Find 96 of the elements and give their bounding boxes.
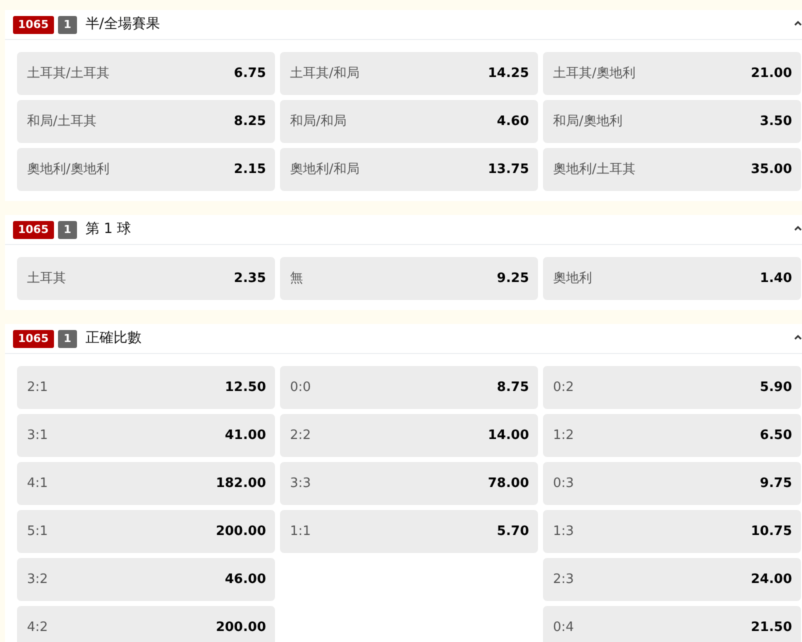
odds-button[interactable]: 奧地利 1.40 bbox=[543, 257, 801, 300]
count-badge: 1 bbox=[58, 330, 78, 348]
market-title: 正確比數 bbox=[85, 329, 142, 348]
odds-button[interactable]: 奧地利/奧地利 2.15 bbox=[17, 148, 275, 191]
odds-button[interactable]: 0:2 5.90 bbox=[543, 366, 801, 409]
odds-button[interactable]: 1:3 10.75 bbox=[543, 510, 801, 553]
market-title: 第 1 球 bbox=[85, 220, 132, 239]
odds-value: 1.40 bbox=[760, 270, 792, 288]
selection-label: 4:2 bbox=[27, 618, 48, 637]
odds-button[interactable]: 3:2 46.00 bbox=[17, 558, 275, 601]
odds-value: 5.70 bbox=[496, 522, 529, 541]
odds-value: 6.75 bbox=[234, 64, 266, 83]
odds-button[interactable]: 土耳其 2.35 bbox=[17, 257, 275, 300]
selection-label: 2:1 bbox=[27, 378, 48, 397]
odds-value: 46.00 bbox=[224, 570, 266, 589]
chevron-up-icon[interactable] bbox=[794, 20, 802, 26]
market-code-badge: 1065 bbox=[13, 330, 54, 348]
odds-value: 2.35 bbox=[234, 270, 266, 288]
selection-label: 奧地利/土耳其 bbox=[553, 160, 636, 179]
chevron-up-icon[interactable] bbox=[794, 334, 802, 340]
selection-label: 土耳其/奧地利 bbox=[553, 64, 636, 83]
selection-label: 2:2 bbox=[290, 426, 311, 445]
odds-button[interactable]: 土耳其/和局 14.25 bbox=[280, 52, 538, 95]
selection-label: 土耳其/和局 bbox=[290, 64, 360, 83]
selection-label: 2:3 bbox=[553, 570, 574, 589]
odds-button[interactable]: 3:3 78.00 bbox=[280, 462, 538, 505]
odds-button[interactable]: 奧地利/土耳其 35.00 bbox=[543, 148, 801, 191]
odds-button[interactable]: 和局/奧地利 3.50 bbox=[543, 100, 801, 143]
selection-label: 3:3 bbox=[290, 474, 311, 493]
odds-value: 3.50 bbox=[760, 112, 792, 131]
odds-value: 13.75 bbox=[488, 160, 529, 179]
count-badge: 1 bbox=[58, 220, 78, 238]
odds-value: 9.25 bbox=[496, 270, 529, 288]
selection-label: 0:4 bbox=[553, 618, 574, 637]
selection-label: 奧地利/奧地利 bbox=[27, 160, 110, 179]
selection-label: 和局/和局 bbox=[290, 112, 346, 131]
selection-label: 0:2 bbox=[553, 378, 574, 397]
odds-button[interactable]: 2:1 12.50 bbox=[17, 366, 275, 409]
selection-label: 奧地利/和局 bbox=[290, 160, 360, 179]
odds-value: 200.00 bbox=[216, 618, 266, 637]
odds-value: 2.15 bbox=[234, 160, 266, 179]
selection-label: 1:2 bbox=[553, 426, 574, 445]
selection-label: 3:2 bbox=[27, 570, 48, 589]
odds-button[interactable]: 5:1 200.00 bbox=[17, 510, 275, 553]
odds-value: 4.60 bbox=[496, 112, 529, 131]
odds-value: 14.25 bbox=[488, 64, 529, 83]
odds-button[interactable]: 土耳其/土耳其 6.75 bbox=[17, 52, 275, 95]
selection-label: 5:1 bbox=[27, 522, 48, 541]
odds-button[interactable]: 2:3 24.00 bbox=[543, 558, 801, 601]
odds-value: 24.00 bbox=[750, 570, 792, 589]
odds-value: 8.25 bbox=[234, 112, 266, 131]
selection-label: 和局/奧地利 bbox=[553, 112, 622, 131]
odds-button[interactable]: 和局/土耳其 8.25 bbox=[17, 100, 275, 143]
odds-button[interactable]: 土耳其/奧地利 21.00 bbox=[543, 52, 801, 95]
selection-label: 土耳其/土耳其 bbox=[27, 64, 110, 83]
selection-label: 0:0 bbox=[290, 378, 311, 397]
odds-button[interactable]: 0:0 8.75 bbox=[280, 366, 538, 409]
odds-value: 21.00 bbox=[750, 64, 792, 83]
selection-label: 3:1 bbox=[27, 426, 48, 445]
selection-label: 土耳其 bbox=[27, 270, 66, 288]
odds-value: 6.50 bbox=[760, 426, 792, 445]
odds-value: 12.50 bbox=[224, 378, 266, 397]
odds-value: 200.00 bbox=[216, 522, 266, 541]
market-code-badge: 1065 bbox=[13, 220, 54, 238]
odds-value: 14.00 bbox=[488, 426, 529, 445]
odds-value: 182.00 bbox=[216, 474, 266, 493]
market-code-badge: 1065 bbox=[13, 16, 54, 34]
odds-button[interactable]: 無 9.25 bbox=[280, 257, 538, 300]
odds-button[interactable]: 奧地利/和局 13.75 bbox=[280, 148, 538, 191]
selection-label: 奧地利 bbox=[553, 270, 592, 288]
selection-label: 1:3 bbox=[553, 522, 574, 541]
selection-label: 1:1 bbox=[290, 522, 311, 541]
market-title: 半/全場賽果 bbox=[85, 15, 160, 34]
odds-button[interactable]: 4:2 200.00 bbox=[17, 606, 275, 642]
odds-button[interactable]: 3:1 41.00 bbox=[17, 414, 275, 457]
selection-label: 0:3 bbox=[553, 474, 574, 493]
odds-value: 35.00 bbox=[750, 160, 792, 179]
odds-button[interactable]: 1:1 5.70 bbox=[280, 510, 538, 553]
odds-value: 5.90 bbox=[760, 378, 792, 397]
odds-button[interactable]: 0:3 9.75 bbox=[543, 462, 801, 505]
odds-button[interactable]: 4:1 182.00 bbox=[17, 462, 275, 505]
odds-value: 41.00 bbox=[224, 426, 266, 445]
odds-button[interactable]: 和局/和局 4.60 bbox=[280, 100, 538, 143]
odds-value: 78.00 bbox=[488, 474, 529, 493]
selection-label: 和局/土耳其 bbox=[27, 112, 96, 131]
odds-value: 8.75 bbox=[496, 378, 529, 397]
odds-button[interactable]: 2:2 14.00 bbox=[280, 414, 538, 457]
selection-label: 無 bbox=[290, 270, 303, 288]
selection-label: 4:1 bbox=[27, 474, 48, 493]
chevron-up-icon[interactable] bbox=[794, 225, 802, 231]
odds-value: 21.50 bbox=[750, 618, 792, 637]
odds-value: 10.75 bbox=[750, 522, 792, 541]
odds-button[interactable]: 0:4 21.50 bbox=[543, 606, 801, 642]
odds-button[interactable]: 1:2 6.50 bbox=[543, 414, 801, 457]
count-badge: 1 bbox=[58, 16, 78, 34]
odds-value: 9.75 bbox=[760, 474, 792, 493]
